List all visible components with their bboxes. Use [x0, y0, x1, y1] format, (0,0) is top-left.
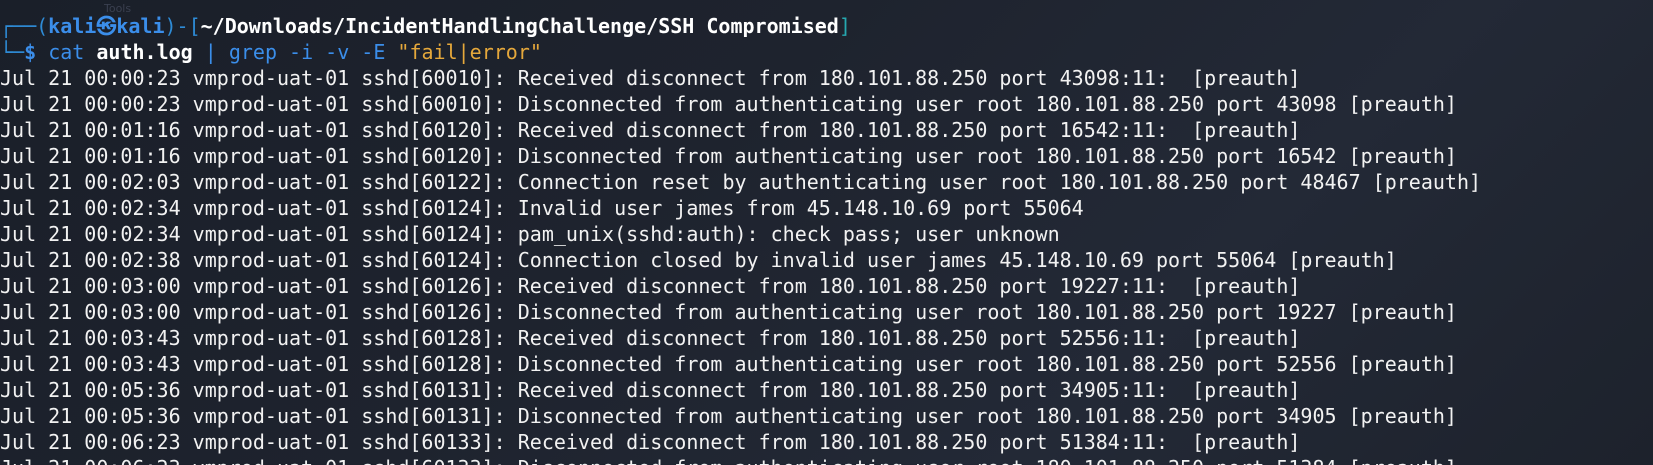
prompt-symbol: ㉿ [96, 14, 117, 38]
log-line: Jul 21 00:02:38 vmprod-uat-01 sshd[60124… [0, 248, 1397, 272]
prompt-path: ~/Downloads/IncidentHandlingChallenge/SS… [200, 14, 839, 38]
log-line: Jul 21 00:00:23 vmprod-uat-01 sshd[60010… [0, 66, 1301, 90]
prompt-frame-mid: )-[ [164, 14, 201, 38]
log-line: Jul 21 00:03:00 vmprod-uat-01 sshd[60126… [0, 300, 1457, 324]
prompt-frame-top: ┌──( [0, 14, 49, 38]
command-pattern: "fail|error" [397, 40, 542, 64]
log-line: Jul 21 00:06:23 vmprod-uat-01 sshd[60133… [0, 430, 1301, 454]
command-file: auth.log [96, 40, 193, 64]
log-line: Jul 21 00:01:16 vmprod-uat-01 sshd[60120… [0, 118, 1301, 142]
prompt-frame-bottom: └─ [0, 40, 25, 64]
prompt-frame-close: ] [838, 14, 851, 38]
prompt-dollar: $ [24, 40, 37, 64]
prompt-line-top: ┌──(kali㉿kali)-[~/Downloads/IncidentHand… [0, 13, 1653, 39]
command-grep: grep -i -v -E [228, 40, 386, 64]
log-line: Jul 21 00:02:03 vmprod-uat-01 sshd[60122… [0, 170, 1482, 194]
log-line: Jul 21 00:03:43 vmprod-uat-01 sshd[60128… [0, 326, 1301, 350]
log-line: Jul 21 00:02:34 vmprod-uat-01 sshd[60124… [0, 222, 1060, 246]
command-pipe: | [204, 40, 217, 64]
log-line: Jul 21 00:05:36 vmprod-uat-01 sshd[60131… [0, 378, 1301, 402]
log-line: Jul 21 00:03:43 vmprod-uat-01 sshd[60128… [0, 352, 1457, 376]
log-line: Jul 21 00:03:00 vmprod-uat-01 sshd[60126… [0, 274, 1301, 298]
command-cat: cat [48, 40, 85, 64]
prompt-line-command: └─$ cat auth.log | grep -i -v -E "fail|e… [0, 39, 1653, 65]
log-line: Jul 21 00:00:23 vmprod-uat-01 sshd[60010… [0, 92, 1457, 116]
prompt-user: kali [48, 14, 97, 38]
log-line: Jul 21 00:02:34 vmprod-uat-01 sshd[60124… [0, 196, 1084, 220]
terminal-output[interactable]: ┌──(kali㉿kali)-[~/Downloads/IncidentHand… [0, 13, 1653, 465]
log-line: Jul 21 00:01:16 vmprod-uat-01 sshd[60120… [0, 144, 1457, 168]
log-line: Jul 21 00:05:36 vmprod-uat-01 sshd[60131… [0, 404, 1457, 428]
prompt-host: kali [116, 14, 165, 38]
log-line: Jul 21 00:06:23 vmprod-uat-01 sshd[60133… [0, 455, 1653, 465]
